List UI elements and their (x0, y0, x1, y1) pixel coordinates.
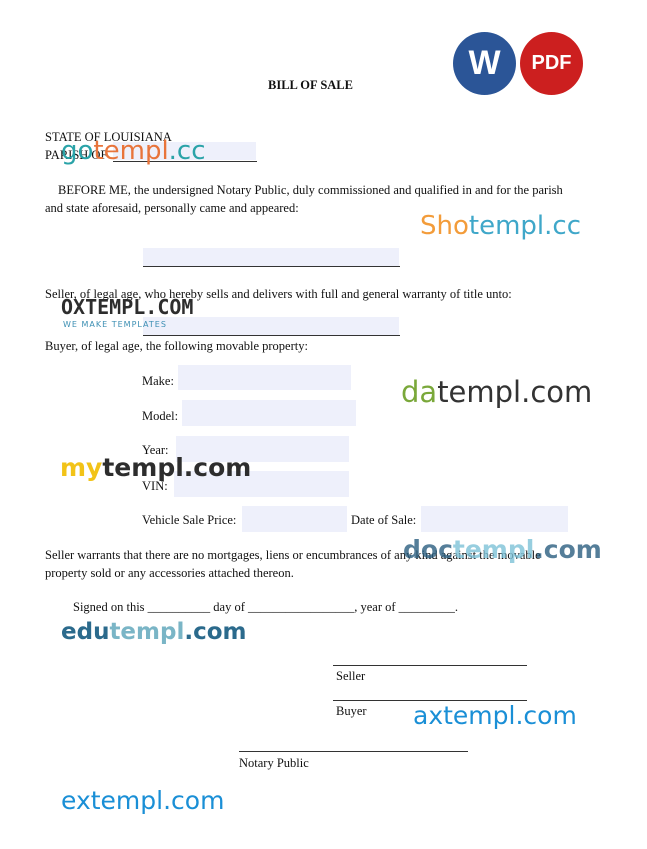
model-field[interactable] (182, 400, 356, 426)
watermark-mytempl: mytempl.com (60, 453, 252, 482)
signed-on-line: Signed on this __________ day of _______… (73, 600, 459, 614)
buyer-signature-label: Buyer (336, 704, 367, 718)
notary-signature-label: Notary Public (239, 756, 309, 770)
word-badge-icon[interactable]: W (453, 32, 516, 95)
document-title: BILL OF SALE (268, 78, 353, 92)
date-label: Date of Sale: (351, 513, 417, 527)
watermark-doctempl: doctempl.com (403, 535, 602, 564)
buyer-statement: Buyer, of legal age, the following movab… (45, 339, 308, 353)
watermark-extempl: extempl.com (61, 786, 225, 815)
seller-name-underline (143, 266, 400, 267)
watermark-oxtempl: OXTEMPL.COM (61, 295, 194, 319)
model-label: Model: (142, 409, 179, 423)
word-badge-label: W (468, 44, 501, 82)
watermark-shotempl: Shotempl.cc (420, 211, 581, 241)
seller-name-field[interactable] (143, 248, 399, 266)
intro-line-1: BEFORE ME, the undersigned Notary Public… (58, 183, 563, 197)
warranty-line-2: property sold or any accessories attache… (45, 566, 294, 580)
notary-signature-line (239, 751, 468, 752)
price-label: Vehicle Sale Price: (142, 513, 237, 527)
make-label: Make: (142, 374, 174, 388)
date-field[interactable] (421, 506, 568, 532)
watermark-datempl: datempl.com (401, 375, 593, 409)
price-field[interactable] (242, 506, 347, 532)
buyer-name-underline (143, 335, 400, 336)
watermark-edutempl: edutempl.com (61, 619, 247, 645)
watermark-axtempl: axtempl.com (413, 701, 577, 730)
watermark-oxtempl-tagline: WE MAKE TEMPLATES (63, 320, 167, 329)
watermark-gotempl: gotempl.cc (61, 136, 206, 166)
intro-line-2: and state aforesaid, personally came and… (45, 201, 299, 215)
pdf-badge-label: PDF (531, 52, 572, 74)
seller-signature-line (333, 665, 527, 666)
pdf-badge-icon[interactable]: PDF (520, 32, 583, 95)
buyer-name-field[interactable] (143, 317, 399, 335)
seller-signature-label: Seller (336, 669, 366, 683)
make-field[interactable] (178, 365, 351, 390)
